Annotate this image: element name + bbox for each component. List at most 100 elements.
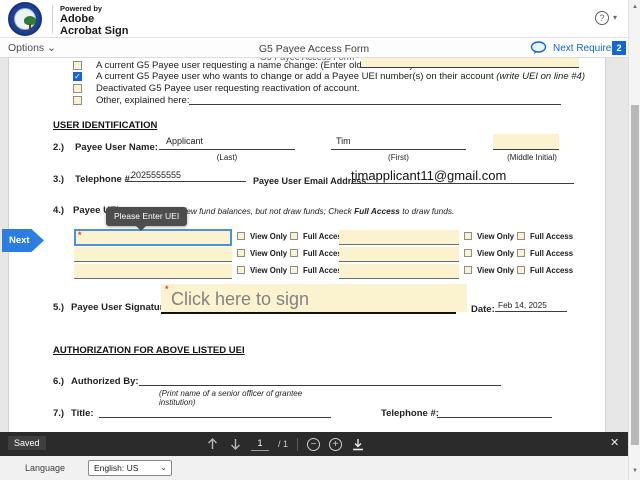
uei-input-2R[interactable] [339, 247, 459, 262]
language-footer: Language English: US ⌄ [0, 456, 628, 480]
q7-number: 7.) [53, 408, 65, 419]
window-scrollbar[interactable]: ▲ ▼ [628, 0, 640, 480]
full-access-checkbox-1L[interactable] [290, 232, 298, 240]
language-label: Language [25, 463, 66, 473]
view-only-checkbox-3L[interactable] [237, 266, 245, 274]
first-name-line [331, 138, 466, 150]
authorized-by-line[interactable] [139, 375, 501, 386]
q4-number: 4.) [53, 205, 65, 216]
email-line [351, 172, 574, 184]
first-name-caption: (First) [388, 153, 409, 162]
option-checkbox-change-uei[interactable]: ✓ [73, 72, 82, 81]
header-divider [52, 5, 53, 33]
option-checkbox-reactivation[interactable] [73, 84, 82, 93]
section-user-identification: USER IDENTIFICATION [53, 120, 158, 131]
form-toolbar: Options ⌄ G5 Payee Access Form Next Requ… [0, 38, 628, 58]
view-only-checkbox-1R[interactable] [464, 232, 472, 240]
q7-label: Title: [71, 408, 94, 419]
option-label-other: Other, explained here: [96, 95, 190, 106]
full-access-checkbox-2L[interactable] [290, 249, 298, 257]
view-only-label-3R: View Only [477, 266, 515, 275]
document-viewport: G5 Payee Access Form A current G5 Payee … [0, 58, 628, 432]
date-label: Date: [471, 304, 495, 315]
view-only-checkbox-2R[interactable] [464, 249, 472, 257]
full-access-checkbox-3L[interactable] [290, 266, 298, 274]
page-number-input[interactable]: 1 [251, 438, 269, 451]
full-access-label-1R: Full Access [530, 232, 574, 241]
last-name-caption: (Last) [216, 153, 238, 162]
q4-instr-bold: Full Access [354, 206, 400, 216]
app-header: Powered by Adobe Acrobat Sign ? ▾ [0, 0, 628, 38]
pdf-page: G5 Payee Access Form A current G5 Payee … [8, 58, 606, 432]
middle-initial-caption: (Middle Initial) [507, 153, 557, 162]
uei-tooltip: Please Enter UEI [106, 207, 188, 231]
uei-input-1[interactable]: * [74, 229, 232, 246]
view-only-label-1R: View Only [477, 232, 515, 241]
toolbar-divider [297, 437, 299, 451]
view-only-checkbox-3R[interactable] [464, 266, 472, 274]
uei-input-2[interactable] [74, 247, 232, 262]
q5-label: Payee User Signature: [71, 302, 172, 313]
full-access-checkbox-3R[interactable] [517, 266, 525, 274]
phone-line [126, 172, 246, 182]
page-total-label: / 1 [278, 439, 289, 449]
full-access-checkbox-2R[interactable] [517, 249, 525, 257]
option-checkbox-name-change[interactable] [73, 61, 82, 70]
brand-name: Adobe [60, 13, 95, 25]
option-note-italic: (write UEI on line #4) [496, 71, 585, 82]
q2-number: 2.) [53, 142, 65, 153]
next-required-link[interactable]: Next Required [553, 43, 617, 54]
zoom-out-button[interactable]: − [307, 437, 321, 451]
scroll-up-icon[interactable]: ▲ [629, 4, 640, 10]
page-up-icon[interactable] [205, 437, 219, 451]
q4-instructions: to view fund balances, but not draw fund… [171, 206, 454, 216]
close-icon[interactable]: ✕ [610, 436, 619, 449]
signature-placeholder: Click here to sign [171, 289, 310, 309]
powered-by-label: Powered by [60, 4, 103, 13]
next-required-count-badge: 2 [612, 41, 626, 55]
signature-line [161, 312, 456, 314]
page-down-icon[interactable] [228, 437, 242, 451]
language-select[interactable]: English: US ⌄ [88, 460, 172, 476]
other-explained-line[interactable] [189, 94, 561, 105]
q4-instr-pre: to view fund balances, but not draw fund… [171, 206, 352, 216]
view-only-label-2L: View Only [250, 249, 288, 258]
q7-phone-line[interactable] [437, 407, 552, 418]
agency-seal-logo [8, 2, 42, 36]
last-name-line [159, 138, 295, 150]
old-name-input[interactable] [361, 58, 579, 68]
brand-product: Acrobat Sign [60, 25, 129, 37]
view-only-label-3L: View Only [250, 266, 288, 275]
uei-input-3[interactable] [74, 264, 232, 279]
view-only-checkbox-1L[interactable] [237, 232, 245, 240]
required-asterisk-icon: * [165, 284, 169, 294]
saved-status-badge: Saved [8, 436, 46, 450]
full-access-label-3R: Full Access [530, 266, 574, 275]
chevron-down-icon: ⌄ [160, 463, 167, 472]
viewer-toolbar: Saved 1 / 1 − + ✕ [0, 432, 628, 456]
signature-field[interactable]: * Click here to sign [161, 284, 467, 312]
q3-label: Telephone #: [75, 174, 133, 185]
full-access-checkbox-1R[interactable] [517, 232, 525, 240]
seal-inner-ring [14, 8, 36, 30]
scrollbar-thumb[interactable] [631, 105, 639, 445]
option-checkbox-other[interactable] [73, 96, 82, 105]
view-only-label-2R: View Only [477, 249, 515, 258]
middle-initial-input[interactable] [493, 134, 559, 150]
q6-caption: (Print name of a senior officer of grant… [159, 389, 303, 407]
title-line[interactable] [99, 407, 331, 418]
help-icon[interactable]: ? [595, 11, 609, 25]
required-asterisk-icon: * [78, 230, 82, 240]
seal-tree-trunk [29, 24, 31, 30]
uei-input-3R[interactable] [339, 264, 459, 279]
download-icon[interactable] [351, 437, 365, 451]
uei-input-1R[interactable] [339, 230, 459, 245]
view-only-checkbox-2L[interactable] [237, 249, 245, 257]
q7-phone-label: Telephone #: [381, 408, 439, 419]
toolbar-center-controls: 1 / 1 − + [205, 432, 365, 456]
scroll-down-icon[interactable]: ▼ [629, 468, 640, 474]
zoom-in-button[interactable]: + [329, 437, 343, 451]
q5-number: 5.) [53, 302, 65, 313]
option-label-change-uei: A current G5 Payee user who wants to cha… [96, 71, 585, 82]
help-menu-caret-icon[interactable]: ▾ [613, 13, 617, 22]
